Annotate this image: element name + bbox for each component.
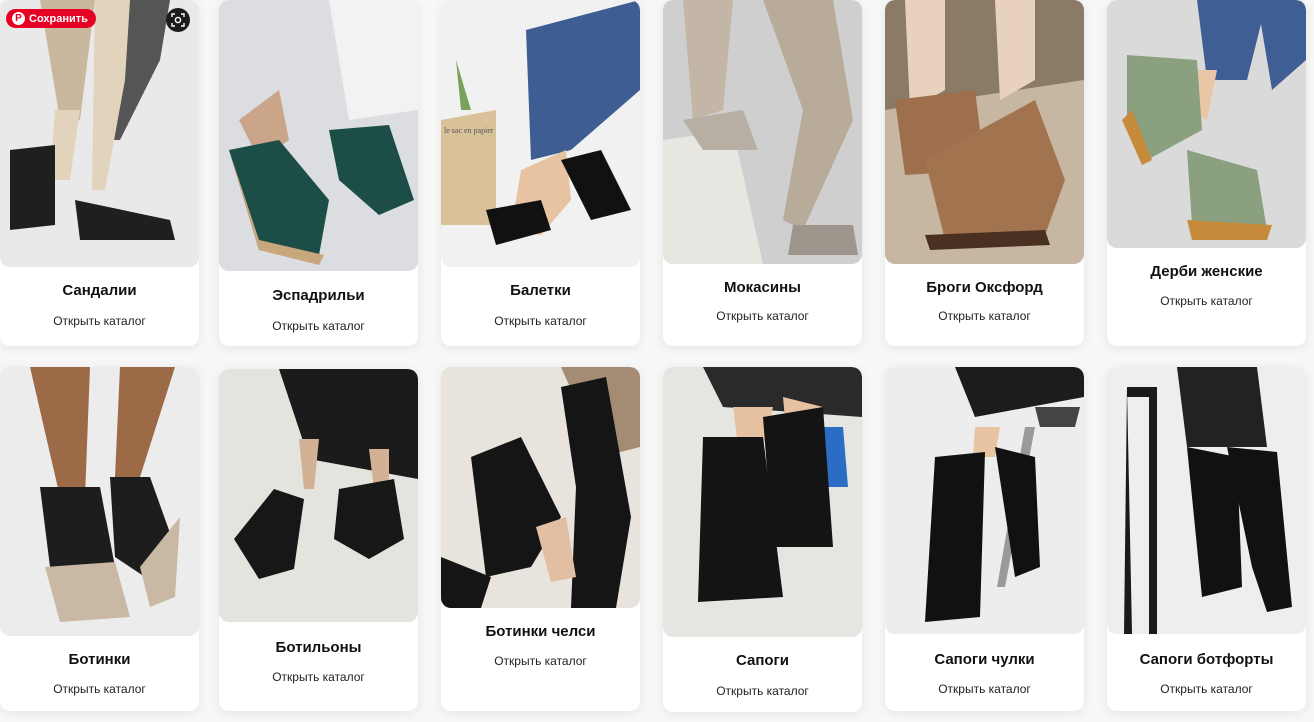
open-catalog-link[interactable]: Открыть каталог [1107, 682, 1306, 696]
open-catalog-link[interactable]: Открыть каталог [219, 319, 418, 333]
product-image-ballet-flats[interactable]: le sac en papier [441, 0, 640, 267]
pinterest-icon: P [12, 12, 25, 25]
open-catalog-link[interactable]: Открыть каталог [441, 654, 640, 668]
open-catalog-link[interactable]: Открыть каталог [0, 682, 199, 696]
catalog-card-high-boots[interactable]: Сапоги Открыть каталог [663, 367, 862, 712]
catalog-card-ankle-boots[interactable]: Ботильоны Открыть каталог [219, 369, 418, 711]
save-pin-label: Сохранить [29, 12, 88, 25]
card-title: Сапоги ботфорты [1139, 651, 1274, 668]
card-title: Дерби женские [1150, 263, 1263, 280]
card-title: Сандалии [62, 282, 137, 299]
product-image-moccasins[interactable] [663, 0, 862, 264]
product-image-over-knee-boots[interactable] [1107, 367, 1306, 634]
catalog-card-espadrilles[interactable]: Эспадрильи Открыть каталог [219, 0, 418, 346]
open-catalog-link[interactable]: Открыть каталог [219, 670, 418, 684]
card-title: Сапоги [735, 652, 790, 669]
basket-label: le sac en papier [444, 126, 494, 135]
open-catalog-link[interactable]: Открыть каталог [885, 309, 1084, 323]
card-title: Эспадрильи [272, 287, 365, 304]
catalog-card-stocking-boots[interactable]: Сапоги чулки Открыть каталог [885, 367, 1084, 711]
card-title: Мокасины [724, 279, 801, 296]
product-image-boots[interactable] [0, 367, 199, 636]
product-image-brogues[interactable] [885, 0, 1084, 264]
card-title: Ботинки [68, 651, 131, 668]
open-catalog-link[interactable]: Открыть каталог [1107, 294, 1306, 308]
visual-search-icon[interactable] [166, 8, 190, 32]
product-image-high-boots[interactable] [663, 367, 862, 637]
card-title: Ботинки челси [485, 623, 596, 640]
catalog-card-derby[interactable]: Дерби женские Открыть каталог [1107, 0, 1306, 346]
catalog-card-ballet-flats[interactable]: le sac en papier Балетки Открыть каталог [441, 0, 640, 346]
open-catalog-link[interactable]: Открыть каталог [663, 309, 862, 323]
catalog-card-brogues[interactable]: Броги Оксфорд Открыть каталог [885, 0, 1084, 346]
open-catalog-link[interactable]: Открыть каталог [885, 682, 1084, 696]
product-image-ankle-boots[interactable] [219, 369, 418, 622]
catalog-card-moccasins[interactable]: Мокасины Открыть каталог [663, 0, 862, 346]
save-pin-button[interactable]: P Сохранить [6, 9, 96, 28]
catalog-card-over-knee-boots[interactable]: Сапоги ботфорты Открыть каталог [1107, 367, 1306, 711]
open-catalog-link[interactable]: Открыть каталог [441, 314, 640, 328]
card-title: Ботильоны [275, 639, 362, 656]
product-image-stocking-boots[interactable] [885, 367, 1084, 634]
open-catalog-link[interactable]: Открыть каталог [0, 314, 199, 328]
product-image-chelsea-boots[interactable] [441, 367, 640, 608]
product-image-sandals[interactable] [0, 0, 199, 267]
card-title: Сапоги чулки [934, 651, 1035, 668]
catalog-card-chelsea-boots[interactable]: Ботинки челси Открыть каталог [441, 367, 640, 711]
catalog-card-boots[interactable]: Ботинки Открыть каталог [0, 367, 199, 711]
catalog-grid: P Сохранить Сандалии Открыть каталог Эсп… [0, 0, 1314, 722]
product-image-espadrilles[interactable] [219, 0, 418, 271]
card-title: Балетки [510, 282, 571, 299]
product-image-derby[interactable] [1107, 0, 1306, 248]
card-title: Броги Оксфорд [926, 279, 1043, 296]
open-catalog-link[interactable]: Открыть каталог [663, 684, 862, 698]
catalog-card-sandals[interactable]: P Сохранить Сандалии Открыть каталог [0, 0, 199, 346]
